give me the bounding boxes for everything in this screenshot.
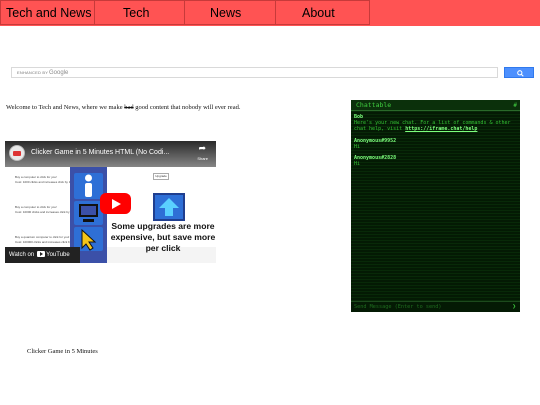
enhanced-by-label: ENHANCED BY — [17, 70, 49, 75]
chat-username: Anonymous#2828 — [354, 155, 397, 161]
chat-message-input[interactable]: Send Message (Enter to send) ❯ — [351, 301, 520, 312]
youtube-label: YouTube — [46, 252, 70, 258]
chat-message: Anonymous#9952 Hi — [354, 138, 516, 150]
chat-help-link[interactable]: https://iframe.chat/help — [405, 126, 477, 132]
play-button[interactable] — [100, 193, 131, 214]
share-label: Share — [197, 156, 208, 161]
chat-message: Anonymous#2828 Hi — [354, 155, 516, 167]
video-overlay-caption: Some upgrades are more expensive, but sa… — [110, 221, 216, 253]
watch-on-label: Watch on — [9, 252, 35, 258]
video-title-bar: Clicker Game in 5 Minutes HTML (No Codi.… — [5, 141, 216, 167]
youtube-logo-icon — [37, 251, 46, 258]
arrow-up-icon — [153, 193, 185, 221]
mock-line-3: Buy a computer to click for you! — [15, 205, 57, 209]
nav-brand-link[interactable]: Tech and News — [0, 0, 95, 25]
youtube-embed[interactable]: Buy a computer to click for you! Cost: 1… — [5, 141, 216, 263]
welcome-before: Welcome to Tech and News, where we make — [6, 104, 125, 111]
mock-upgrade-button: Upgrade — [153, 173, 169, 180]
mock-line-4: Cost: 10000 clicks and increases click b… — [15, 210, 74, 214]
mock-line-5: Buy a quantum computer to click for you! — [15, 235, 70, 239]
chat-title: Chattable — [356, 101, 392, 109]
search-button[interactable] — [504, 67, 534, 78]
nav-item-about[interactable]: About — [275, 0, 370, 25]
send-arrow-icon[interactable]: ❯ — [512, 303, 516, 311]
search-input[interactable]: ENHANCED BY Google — [11, 67, 498, 78]
mock-line-2: Cost: 1000 clicks and increases click by… — [15, 180, 71, 184]
google-logo: Google — [49, 70, 69, 76]
mock-line-1: Buy a computer to click for you! — [15, 175, 57, 179]
video-title[interactable]: Clicker Game in 5 Minutes HTML (No Codi.… — [31, 149, 169, 156]
chat-widget: Chattable # Bob Here's your new chat. For… — [351, 100, 520, 312]
welcome-text: Welcome to Tech and News, where we make … — [6, 104, 240, 111]
chat-username: Anonymous#9952 — [354, 138, 397, 144]
channel-avatar[interactable] — [9, 145, 25, 161]
info-icon — [74, 173, 103, 199]
top-nav: Tech and News Tech News About — [0, 0, 540, 26]
welcome-struck-word: bad — [124, 104, 134, 111]
nav-item-news[interactable]: News — [184, 0, 276, 25]
chat-header: Chattable # — [351, 100, 520, 111]
hash-icon[interactable]: # — [513, 101, 517, 110]
chat-message: Bob Here's your new chat. For a list of c… — [354, 114, 516, 132]
search-icon — [517, 70, 524, 77]
share-icon[interactable]: ➦ — [198, 144, 206, 154]
welcome-after: good content that nobody will ever read. — [133, 104, 241, 111]
chat-input-placeholder: Send Message (Enter to send) — [354, 304, 442, 310]
chat-message-text: Hi — [354, 161, 361, 167]
chat-message-text: Hi — [354, 144, 361, 150]
watch-on-youtube-button[interactable]: Watch on YouTube — [5, 247, 80, 263]
computer-icon — [74, 201, 103, 225]
video-caption: Clicker Game in 5 Minutes — [27, 348, 98, 355]
nav-item-tech[interactable]: Tech — [94, 0, 185, 25]
mock-line-6: Cost: 100000 clicks and increases click … — [15, 240, 78, 244]
